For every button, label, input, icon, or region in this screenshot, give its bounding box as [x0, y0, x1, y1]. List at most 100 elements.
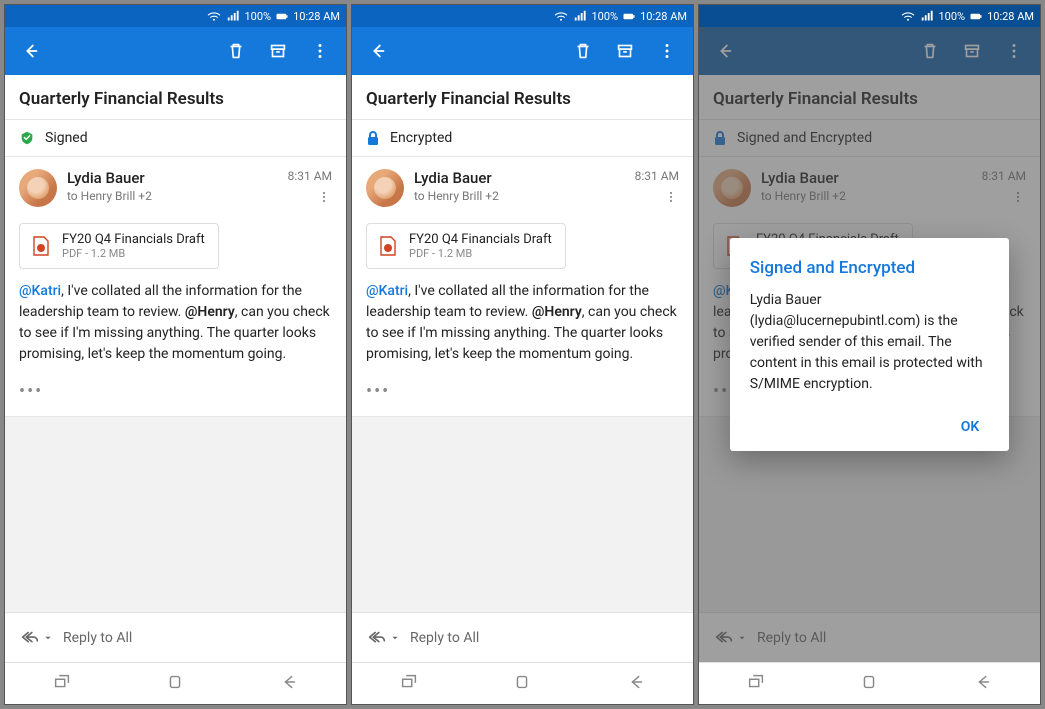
message-more-button[interactable] [635, 189, 679, 209]
delete-button[interactable] [218, 33, 254, 69]
android-nav-bar [699, 662, 1040, 704]
smime-dialog: Signed and Encrypted Lydia Bauer (lydia@… [730, 238, 1010, 451]
mention[interactable]: @Henry [185, 304, 235, 320]
message-body: @Katri, I've collated all the informatio… [352, 281, 693, 377]
back-button[interactable] [13, 33, 49, 69]
lock-icon [366, 130, 380, 146]
trash-icon [919, 40, 941, 62]
archive-icon [267, 40, 289, 62]
message-header: Lydia Bauer to Henry Brill +2 8:31 AM [699, 157, 1040, 217]
battery-pct: 100% [938, 10, 965, 23]
security-status[interactable]: Encrypted [352, 120, 693, 157]
back-button[interactable] [360, 33, 396, 69]
reply-all-icon[interactable] [19, 627, 53, 649]
dialog-ok-button[interactable]: OK [951, 413, 990, 441]
attachment-chip[interactable]: FY20 Q4 Financials Draft PDF - 1.2 MB [366, 223, 566, 269]
subject: Quarterly Financial Results [352, 75, 693, 120]
reply-label: Reply to All [757, 630, 826, 646]
sender-name: Lydia Bauer [414, 169, 625, 187]
delete-button[interactable] [565, 33, 601, 69]
chevron-down-icon [390, 633, 400, 643]
overflow-button[interactable] [302, 33, 338, 69]
trash-icon [572, 40, 594, 62]
attachment-meta: PDF - 1.2 MB [62, 247, 205, 260]
status-bar: 100% 10:28 AM [699, 5, 1040, 27]
status-bar: 100% 10:28 AM [5, 5, 346, 27]
status-time: 10:28 AM [293, 10, 340, 23]
battery-icon [622, 11, 636, 22]
signal-icon [920, 10, 934, 22]
nav-recent-button[interactable] [399, 672, 419, 696]
reply-bar[interactable]: Reply to All [352, 612, 693, 662]
reply-all-icon[interactable] [366, 627, 400, 649]
attachment-chip[interactable]: FY20 Q4 Financials Draft PDF - 1.2 MB [19, 223, 219, 269]
avatar[interactable] [713, 169, 751, 207]
chevron-down-icon [737, 633, 747, 643]
wifi-icon [553, 10, 569, 22]
battery-icon [275, 11, 289, 22]
security-label: Encrypted [390, 130, 452, 146]
more-icon [1003, 40, 1025, 62]
subject: Quarterly Financial Results [5, 75, 346, 120]
screen-signed-encrypted-dialog: 100% 10:28 AM Quarterly Financial Result… [698, 4, 1041, 705]
nav-home-button[interactable] [165, 672, 185, 696]
archive-button[interactable] [260, 33, 296, 69]
archive-button[interactable] [954, 33, 990, 69]
message-time: 8:31 AM [288, 169, 332, 183]
message-time: 8:31 AM [635, 169, 679, 183]
archive-icon [961, 40, 983, 62]
mention[interactable]: @Henry [532, 304, 582, 320]
expand-quoted-button[interactable]: ••• [352, 377, 693, 417]
security-status[interactable]: Signed [5, 120, 346, 157]
avatar[interactable] [19, 169, 57, 207]
message-body: @Katri, I've collated all the informatio… [5, 281, 346, 377]
nav-recent-button[interactable] [52, 672, 72, 696]
archive-icon [614, 40, 636, 62]
trash-icon [225, 40, 247, 62]
delete-button[interactable] [912, 33, 948, 69]
action-bar [5, 27, 346, 75]
security-status[interactable]: Signed and Encrypted [699, 120, 1040, 157]
nav-home-button[interactable] [859, 672, 879, 696]
recipients[interactable]: to Henry Brill +2 [761, 189, 972, 203]
back-button[interactable] [707, 33, 743, 69]
reply-label: Reply to All [410, 630, 479, 646]
message-more-button[interactable] [982, 189, 1026, 209]
reply-label: Reply to All [63, 630, 132, 646]
dialog-title: Signed and Encrypted [750, 258, 990, 278]
android-nav-bar [5, 662, 346, 704]
battery-pct: 100% [244, 10, 271, 23]
nav-home-button[interactable] [512, 672, 532, 696]
sender-name: Lydia Bauer [67, 169, 278, 187]
message-header: Lydia Bauer to Henry Brill +2 8:31 AM [5, 157, 346, 217]
mention[interactable]: @Katri [19, 283, 61, 299]
nav-back-button[interactable] [626, 672, 646, 696]
archive-button[interactable] [607, 33, 643, 69]
expand-quoted-button[interactable]: ••• [5, 377, 346, 417]
message-header: Lydia Bauer to Henry Brill +2 8:31 AM [352, 157, 693, 217]
lock-icon [713, 130, 727, 146]
reply-bar[interactable]: Reply to All [5, 612, 346, 662]
action-bar [699, 27, 1040, 75]
reply-bar[interactable]: Reply to All [699, 612, 1040, 662]
action-bar [352, 27, 693, 75]
security-label: Signed [45, 130, 88, 146]
overflow-button[interactable] [649, 33, 685, 69]
signed-badge-icon [19, 130, 35, 146]
nav-recent-button[interactable] [746, 672, 766, 696]
avatar[interactable] [366, 169, 404, 207]
mention[interactable]: @Katri [366, 283, 408, 299]
recipients[interactable]: to Henry Brill +2 [67, 189, 278, 203]
chevron-down-icon [43, 633, 53, 643]
empty-area [352, 417, 693, 612]
reply-all-icon[interactable] [713, 627, 747, 649]
battery-pct: 100% [591, 10, 618, 23]
nav-back-button[interactable] [973, 672, 993, 696]
overflow-button[interactable] [996, 33, 1032, 69]
message-more-button[interactable] [288, 189, 332, 209]
nav-back-button[interactable] [279, 672, 299, 696]
recipients[interactable]: to Henry Brill +2 [414, 189, 625, 203]
attachment-file-icon [30, 233, 52, 259]
attachment-file-icon [377, 233, 399, 259]
subject: Quarterly Financial Results [699, 75, 1040, 120]
